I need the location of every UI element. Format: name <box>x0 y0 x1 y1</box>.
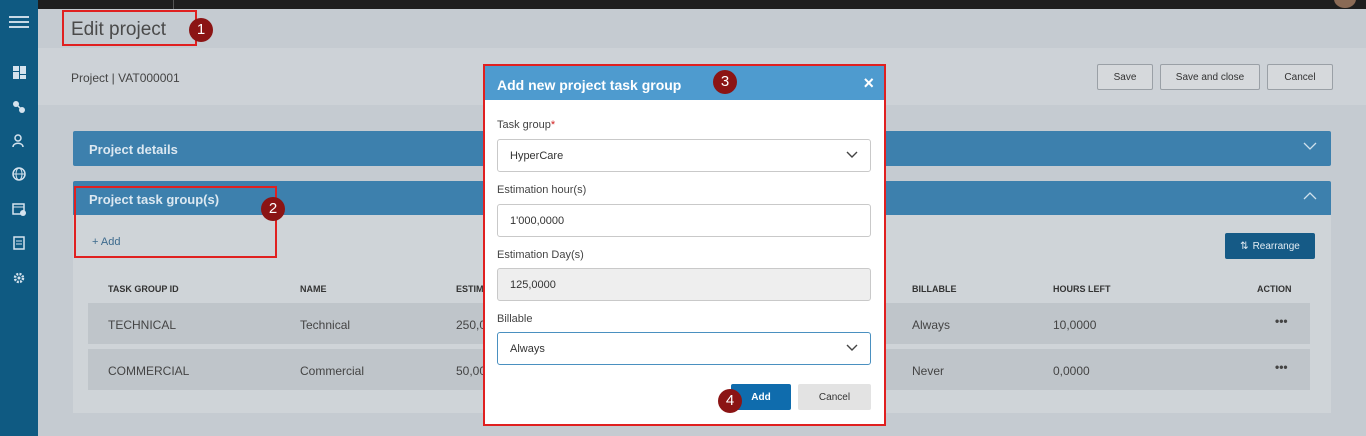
callout-badge: 4 <box>718 389 742 413</box>
chevron-down-icon[interactable] <box>1303 140 1317 154</box>
estimation-hours-input[interactable]: 1'000,0000 <box>497 204 871 237</box>
dialog-header: Add new project task group × <box>485 66 884 100</box>
dialog-cancel-button[interactable]: Cancel <box>798 384 871 410</box>
calendar-icon[interactable] <box>11 202 27 218</box>
top-bar <box>38 0 1366 9</box>
task-group-value: HyperCare <box>510 150 564 162</box>
top-bar-divider <box>173 0 174 9</box>
rearrange-label: Rearrange <box>1252 240 1300 252</box>
estimation-hours-value: 1'000,0000 <box>510 215 565 227</box>
chevron-down-icon <box>846 341 858 353</box>
dialog-title: Add new project task group <box>497 77 682 93</box>
column-header-billable[interactable]: BILLABLE <box>912 284 957 294</box>
add-task-group-dialog: Add new project task group × Task group*… <box>483 64 886 426</box>
callout-badge: 1 <box>189 18 213 42</box>
cell-name: Technical <box>300 318 351 332</box>
settings-icon[interactable] <box>11 271 27 287</box>
task-group-select[interactable]: HyperCare <box>497 139 871 172</box>
cancel-button[interactable]: Cancel <box>1267 64 1333 90</box>
chevron-down-icon <box>846 148 858 160</box>
network-icon[interactable] <box>11 100 27 116</box>
cell-estimation: 50,00 <box>456 364 487 378</box>
callout-badge: 3 <box>713 70 737 94</box>
dashboard-icon[interactable] <box>11 66 27 82</box>
cell-id: COMMERCIAL <box>108 364 190 378</box>
avatar[interactable] <box>1334 0 1356 8</box>
task-group-label-text: Task group <box>497 119 551 131</box>
column-header-task-group-id[interactable]: TASK GROUP ID <box>108 284 179 294</box>
estimation-hours-label: Estimation hour(s) <box>497 184 587 196</box>
cell-id: TECHNICAL <box>108 318 177 332</box>
cell-hours-left: 0,0000 <box>1053 364 1090 378</box>
menu-icon[interactable] <box>9 16 29 31</box>
title-row: Edit project <box>38 9 1366 48</box>
required-marker: * <box>550 119 556 131</box>
column-header-hours-left[interactable]: HOURS LEFT <box>1053 284 1111 294</box>
highlight-page-title <box>62 10 197 46</box>
cell-name: Commercial <box>300 364 365 378</box>
column-header-estimation[interactable]: ESTIM <box>456 284 484 294</box>
estimation-days-value: 125,0000 <box>510 279 556 291</box>
callout-badge: 2 <box>261 197 285 221</box>
highlight-add-link <box>74 186 277 258</box>
task-group-label: Task group* <box>497 119 555 131</box>
column-header-name[interactable]: NAME <box>300 284 327 294</box>
more-actions-icon[interactable]: ••• <box>1275 314 1288 328</box>
save-and-close-button[interactable]: Save and close <box>1160 64 1260 90</box>
report-icon[interactable] <box>11 236 27 252</box>
estimation-days-input: 125,0000 <box>497 268 871 301</box>
billable-value: Always <box>510 343 545 355</box>
cell-billable: Always <box>912 318 951 332</box>
cell-billable: Never <box>912 364 945 378</box>
billable-select[interactable]: Always <box>497 332 871 365</box>
rearrange-button[interactable]: ⇅ Rearrange <box>1225 233 1315 259</box>
column-header-action: ACTION <box>1257 284 1292 294</box>
estimation-days-label: Estimation Day(s) <box>497 249 584 261</box>
panel-title: Project details <box>89 142 178 157</box>
save-button[interactable]: Save <box>1097 64 1153 90</box>
sort-icon: ⇅ <box>1240 240 1249 252</box>
breadcrumb: Project | VAT000001 <box>71 71 180 85</box>
user-search-icon[interactable] <box>11 134 27 150</box>
cell-hours-left: 10,0000 <box>1053 318 1097 332</box>
chevron-up-icon[interactable] <box>1303 190 1317 204</box>
globe-icon[interactable] <box>11 167 27 183</box>
close-icon[interactable]: × <box>863 74 874 92</box>
more-actions-icon[interactable]: ••• <box>1275 360 1288 374</box>
sidebar <box>0 0 38 436</box>
billable-label: Billable <box>497 313 533 325</box>
cell-estimation: 250,0 <box>456 318 487 332</box>
